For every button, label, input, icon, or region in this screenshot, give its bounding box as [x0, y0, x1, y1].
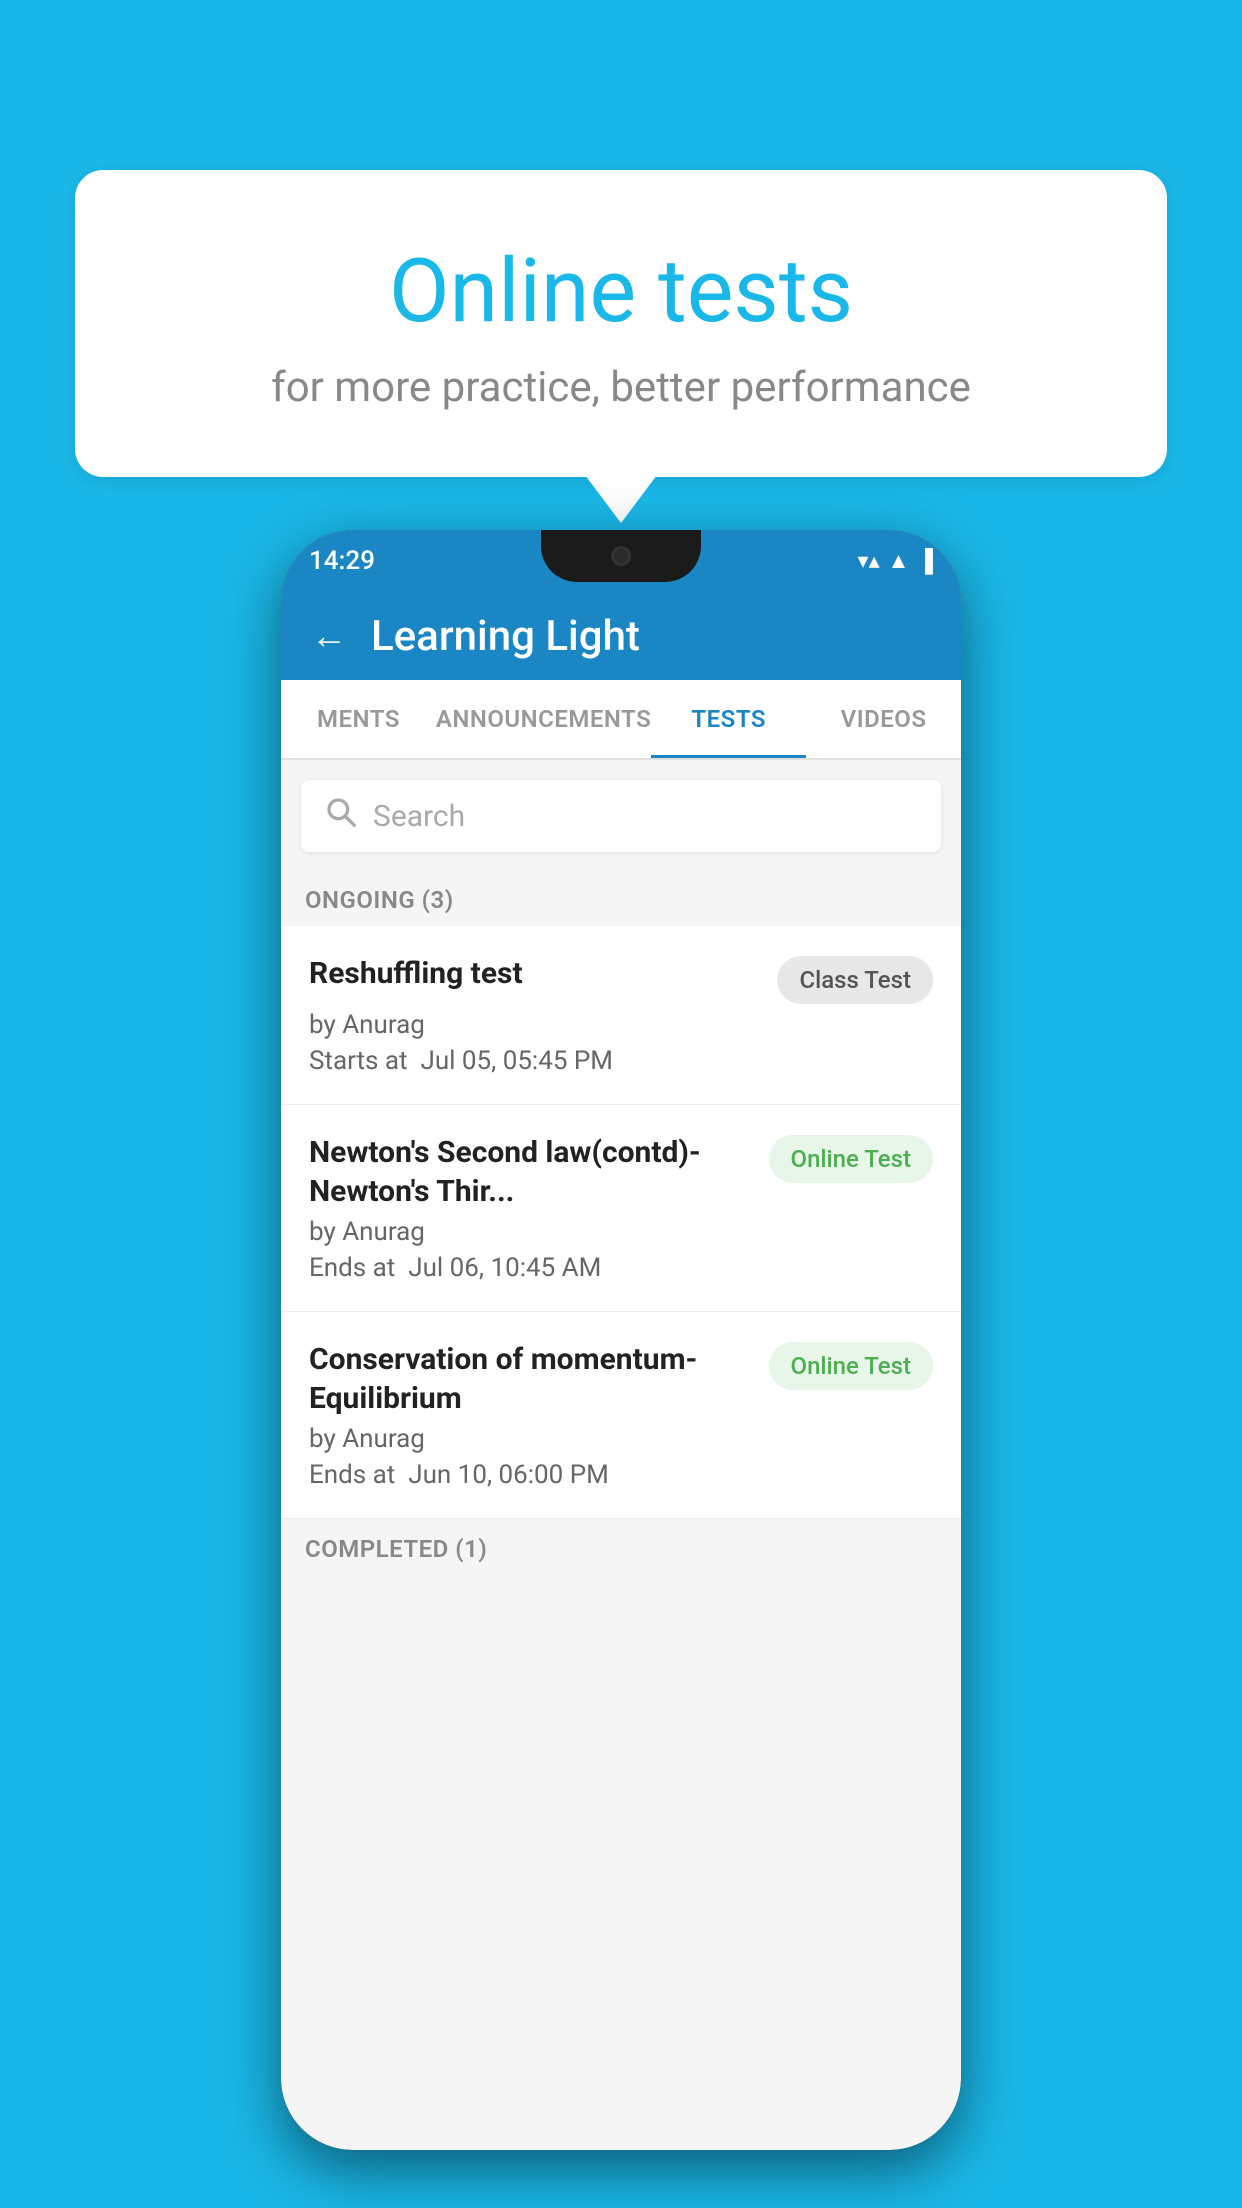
test-author-2: by Anurag [309, 1217, 933, 1247]
back-button[interactable]: ← [311, 615, 347, 657]
content-area: Search ONGOING (3) Reshuffling test Clas… [281, 762, 961, 2150]
test-date-2: Ends at Jul 06, 10:45 AM [309, 1253, 933, 1283]
phone-screen: 14:29 ▾▴ ▲ ▐ ← Learning Light MENTS ANNO… [281, 530, 961, 2150]
test-card-2[interactable]: Newton's Second law(contd)-Newton's Thir… [281, 1105, 961, 1312]
test-date-3: Ends at Jun 10, 06:00 PM [309, 1460, 933, 1490]
test-name-3: Conservation of momentum-Equilibrium [309, 1340, 753, 1418]
tab-tests[interactable]: TESTS [651, 680, 806, 758]
bubble-title: Online tests [155, 240, 1087, 343]
ongoing-section-header: ONGOING (3) [281, 870, 961, 926]
tabs-bar: MENTS ANNOUNCEMENTS TESTS VIDEOS [281, 680, 961, 760]
phone-wrapper: 14:29 ▾▴ ▲ ▐ ← Learning Light MENTS ANNO… [85, 530, 1157, 2150]
bubble-subtitle: for more practice, better performance [155, 363, 1087, 412]
speech-bubble-wrapper: Online tests for more practice, better p… [75, 170, 1167, 523]
camera-icon [611, 546, 631, 566]
test-author-1: by Anurag [309, 1010, 933, 1040]
test-author-3: by Anurag [309, 1424, 933, 1454]
test-badge-3: Online Test [769, 1342, 933, 1390]
signal-icon: ▲ [888, 548, 910, 574]
search-placeholder: Search [373, 799, 465, 834]
wifi-icon: ▾▴ [858, 549, 880, 574]
test-name-2: Newton's Second law(contd)-Newton's Thir… [309, 1133, 753, 1211]
app-bar: ← Learning Light [281, 592, 961, 680]
tab-announcements[interactable]: ANNOUNCEMENTS [436, 680, 651, 758]
status-icons: ▾▴ ▲ ▐ [858, 548, 933, 574]
status-time: 14:29 [309, 546, 375, 576]
test-card-3[interactable]: Conservation of momentum-Equilibrium Onl… [281, 1312, 961, 1519]
completed-section-header: COMPLETED (1) [281, 1519, 961, 1575]
test-card-1[interactable]: Reshuffling test Class Test by Anurag St… [281, 926, 961, 1105]
search-icon [325, 796, 357, 836]
speech-bubble: Online tests for more practice, better p… [75, 170, 1167, 477]
test-badge-1: Class Test [777, 956, 933, 1004]
test-badge-2: Online Test [769, 1135, 933, 1183]
speech-bubble-tail [585, 475, 657, 523]
phone-device: 14:29 ▾▴ ▲ ▐ ← Learning Light MENTS ANNO… [281, 530, 961, 2150]
phone-notch [541, 530, 701, 582]
test-name-1: Reshuffling test [309, 954, 761, 993]
search-bar[interactable]: Search [301, 780, 941, 852]
tab-videos[interactable]: VIDEOS [806, 680, 961, 758]
app-bar-title: Learning Light [371, 612, 640, 661]
test-date-1: Starts at Jul 05, 05:45 PM [309, 1046, 933, 1076]
battery-icon: ▐ [917, 548, 933, 574]
tab-assignments[interactable]: MENTS [281, 680, 436, 758]
